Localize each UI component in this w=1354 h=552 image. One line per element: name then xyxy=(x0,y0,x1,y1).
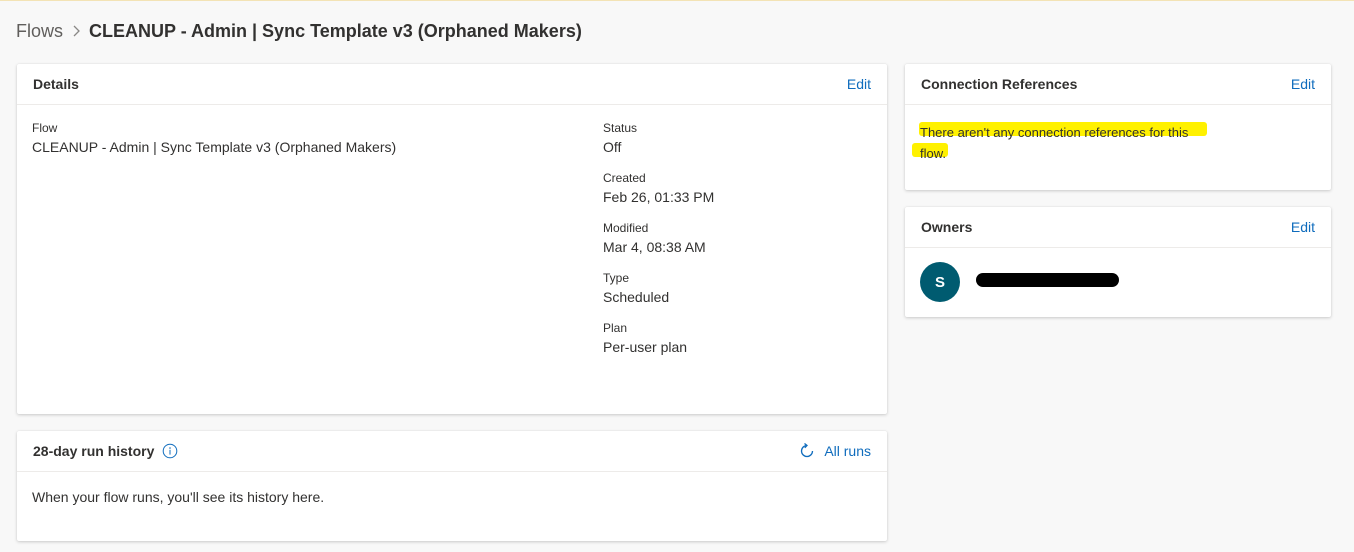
plan-label: Plan xyxy=(603,321,628,335)
redaction-mark xyxy=(976,273,1119,287)
created-value: Feb 26, 01:33 PM xyxy=(603,189,715,205)
type-field: Type Scheduled xyxy=(603,271,669,306)
flow-value: CLEANUP - Admin | Sync Template v3 (Orph… xyxy=(32,139,397,155)
run-history-card: 28-day run history All runs When your fl… xyxy=(17,431,887,541)
details-edit-button[interactable]: Edit xyxy=(847,76,871,92)
details-title: Details xyxy=(33,76,79,92)
connection-references-header: Connection References Edit xyxy=(905,64,1331,105)
details-header: Details Edit xyxy=(17,64,887,105)
created-label: Created xyxy=(603,171,646,185)
all-runs-button[interactable]: All runs xyxy=(798,442,871,460)
owners-title: Owners xyxy=(921,219,973,235)
connection-references-message: There aren't any connection references f… xyxy=(920,122,1220,164)
connection-references-card: Connection References Edit There aren't … xyxy=(905,64,1331,190)
owner-item: S xyxy=(920,262,1119,302)
avatar: S xyxy=(920,262,960,302)
top-accent-line xyxy=(0,0,1354,1)
owners-header: Owners Edit xyxy=(905,207,1331,248)
connection-references-title: Connection References xyxy=(921,76,1078,92)
modified-field: Modified Mar 4, 08:38 AM xyxy=(603,221,706,256)
created-field: Created Feb 26, 01:33 PM xyxy=(603,171,714,206)
modified-label: Modified xyxy=(603,221,649,235)
plan-field: Plan Per-user plan xyxy=(603,321,687,356)
refresh-icon xyxy=(798,442,816,460)
details-card: Details Edit Flow CLEANUP - Admin | Sync… xyxy=(17,64,887,414)
owners-edit-button[interactable]: Edit xyxy=(1291,219,1315,235)
connection-references-edit-button[interactable]: Edit xyxy=(1291,76,1315,92)
run-history-title-group: 28-day run history xyxy=(33,443,178,459)
type-label: Type xyxy=(603,271,630,285)
plan-value: Per-user plan xyxy=(603,339,688,355)
page-title: CLEANUP - Admin | Sync Template v3 (Orph… xyxy=(89,20,582,41)
breadcrumb: Flows CLEANUP - Admin | Sync Template v3… xyxy=(16,18,582,44)
info-icon[interactable] xyxy=(162,443,178,459)
owners-card: Owners Edit S xyxy=(905,207,1331,317)
run-history-title: 28-day run history xyxy=(33,443,155,459)
chevron-right-icon xyxy=(63,18,89,44)
status-value: Off xyxy=(603,139,622,155)
breadcrumb-flows-link[interactable]: Flows xyxy=(16,21,63,42)
modified-value: Mar 4, 08:38 AM xyxy=(603,239,706,255)
connection-references-message-line1: There aren't any connection references f… xyxy=(920,125,1189,140)
status-field: Status Off xyxy=(603,121,637,156)
run-history-header: 28-day run history All runs xyxy=(17,431,887,472)
flow-label: Flow xyxy=(32,121,58,135)
run-history-empty-message: When your flow runs, you'll see its hist… xyxy=(32,489,325,505)
type-value: Scheduled xyxy=(603,289,670,305)
all-runs-label: All runs xyxy=(824,443,871,459)
connection-references-message-line2: flow. xyxy=(920,146,947,161)
flow-field: Flow CLEANUP - Admin | Sync Template v3 … xyxy=(32,121,396,156)
status-label: Status xyxy=(603,121,638,135)
